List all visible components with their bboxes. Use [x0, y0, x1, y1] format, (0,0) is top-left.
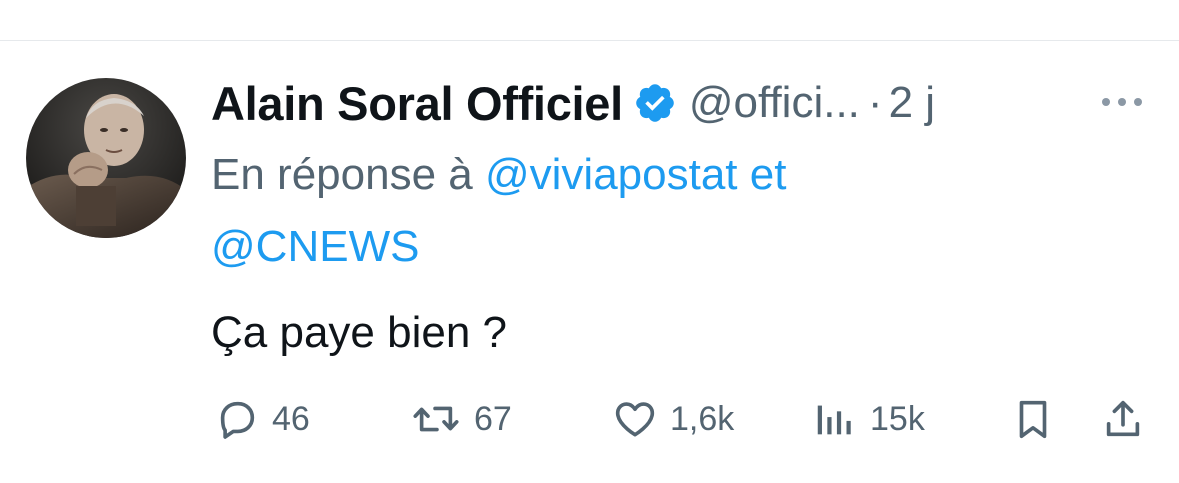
repost-button[interactable]: 67: [410, 392, 512, 446]
reply-conjunction[interactable]: et: [750, 150, 787, 199]
mention-link[interactable]: @CNEWS: [211, 222, 419, 271]
reply-context: En réponse à @viviapostat et: [211, 150, 786, 200]
repost-arrows-icon: [410, 396, 462, 442]
reply-count: 46: [272, 399, 310, 438]
author-display-name[interactable]: Alain Soral Officiel: [211, 76, 623, 131]
more-options-button[interactable]: [1096, 82, 1148, 122]
reply-button[interactable]: 46: [214, 392, 310, 446]
share-upload-icon: [1100, 395, 1146, 443]
verified-badge-icon: [633, 81, 677, 125]
tweet-timestamp[interactable]: 2 j: [889, 78, 935, 128]
tweet-card[interactable]: Alain Soral Officiel @offici... · 2 j En…: [0, 0, 1179, 483]
avatar[interactable]: [26, 78, 186, 238]
tweet-header: Alain Soral Officiel @offici... · 2 j: [211, 72, 935, 134]
divider: [0, 40, 1179, 41]
reply-prefix: En réponse à: [211, 150, 473, 199]
share-button[interactable]: [1100, 392, 1146, 446]
bookmark-icon: [1010, 395, 1056, 443]
bookmark-button[interactable]: [1010, 392, 1056, 446]
reply-bubble-icon: [214, 396, 260, 442]
separator-dot: ·: [867, 78, 883, 127]
view-count: 15k: [870, 399, 925, 438]
heart-icon: [612, 396, 658, 442]
views-button[interactable]: 15k: [812, 392, 925, 446]
author-handle[interactable]: @offici...: [689, 78, 860, 128]
repost-count: 67: [474, 399, 512, 438]
like-button[interactable]: 1,6k: [612, 392, 734, 446]
tweet-text: Ça paye bien ?: [211, 308, 507, 357]
reply-context-continued: @CNEWS: [211, 222, 419, 272]
mention-link[interactable]: @viviapostat: [485, 150, 738, 199]
more-horizontal-icon: [1102, 98, 1142, 106]
bar-chart-icon: [812, 396, 858, 442]
like-count: 1,6k: [670, 399, 735, 438]
